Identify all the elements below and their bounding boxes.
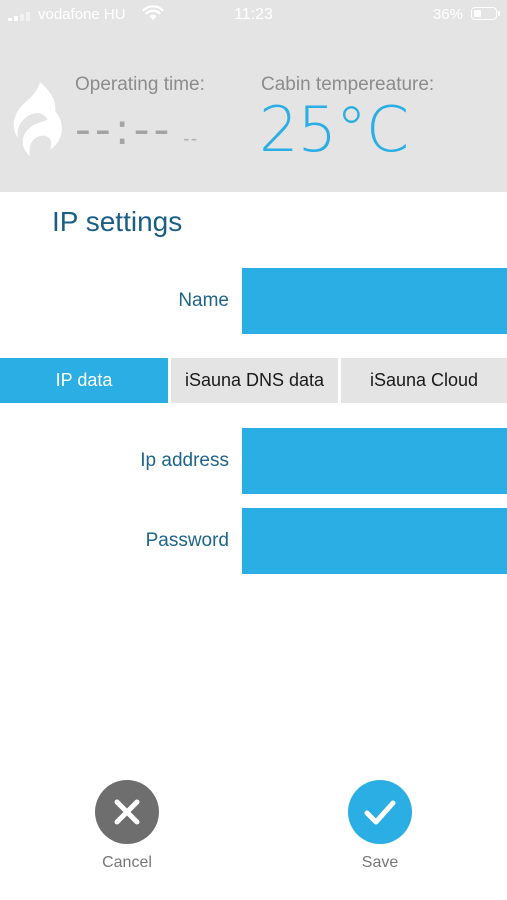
- page-title: IP settings: [52, 206, 183, 237]
- ip-address-label: Ip address: [140, 450, 229, 471]
- name-input[interactable]: [242, 268, 507, 334]
- save-button[interactable]: Save: [340, 780, 420, 872]
- header: vodafone HU 11:23 36% Operating time: --…: [0, 0, 507, 192]
- save-label: Save: [361, 854, 399, 871]
- operating-time-value: --:--: [75, 104, 174, 155]
- cabin-temperature-value: 25°C: [259, 93, 409, 166]
- save-circle[interactable]: [348, 780, 412, 844]
- name-label: Name: [178, 290, 229, 311]
- flame-logo-icon: [13, 82, 62, 156]
- tab-ip-data[interactable]: IP data: [0, 358, 168, 403]
- status-time: 11:23: [234, 6, 273, 23]
- checkmark-icon: [364, 800, 396, 825]
- tab-isauna-cloud[interactable]: iSauna Cloud: [341, 358, 507, 403]
- password-label: Password: [145, 530, 229, 551]
- status-bar: vodafone HU 11:23 36%: [0, 0, 507, 30]
- battery-percent: 36%: [432, 6, 463, 23]
- battery-icon: [471, 7, 500, 20]
- cancel-circle[interactable]: [95, 780, 159, 844]
- password-input[interactable]: [242, 508, 507, 574]
- operating-time-label: Operating time:: [75, 74, 205, 95]
- operating-time-sub: --: [183, 128, 199, 150]
- tab-bar: IP data iSauna DNS data iSauna Cloud: [0, 358, 507, 403]
- cancel-button[interactable]: Cancel: [87, 780, 167, 872]
- tab-isauna-dns-data[interactable]: iSauna DNS data: [171, 358, 338, 403]
- cancel-label: Cancel: [102, 854, 152, 871]
- close-icon: [114, 799, 140, 825]
- ip-address-input[interactable]: [242, 428, 507, 494]
